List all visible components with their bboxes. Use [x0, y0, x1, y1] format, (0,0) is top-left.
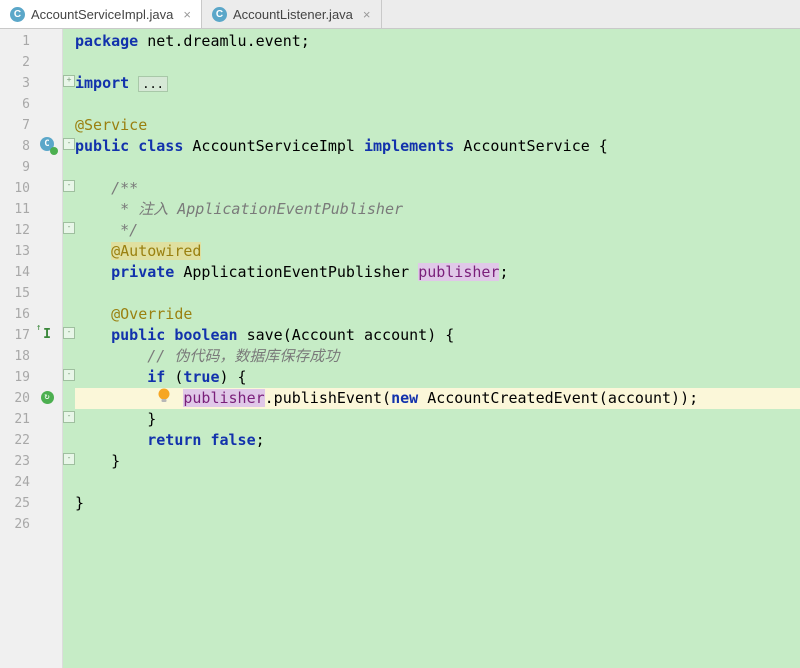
override-up-icon[interactable]: I ↑ — [38, 325, 56, 343]
editor-tabs: C AccountServiceImpl.java × C AccountLis… — [0, 0, 800, 29]
tab-account-listener[interactable]: C AccountListener.java × — [202, 0, 382, 28]
class-implementation-icon[interactable]: C — [38, 135, 56, 153]
fold-toggle[interactable]: - — [63, 327, 75, 339]
close-icon[interactable]: × — [363, 7, 371, 22]
line-number-gutter: 123 678 91011 121314 151617 181920 21222… — [0, 29, 34, 668]
navigate-icon[interactable]: ↻ — [38, 388, 56, 406]
fold-toggle[interactable]: - — [63, 180, 75, 192]
gutter-marks: C I ↑ ↻ — [34, 29, 63, 668]
class-icon: C — [212, 7, 227, 22]
code-area[interactable]: package net.dreamlu.event; import ... @S… — [75, 29, 800, 668]
fold-toggle[interactable]: - — [63, 138, 75, 150]
fold-gutter: + - - - - - - - — [63, 29, 75, 668]
fold-toggle[interactable]: + — [63, 75, 75, 87]
fold-toggle[interactable]: - — [63, 453, 75, 465]
tab-account-service-impl[interactable]: C AccountServiceImpl.java × — [0, 0, 202, 28]
fold-toggle[interactable]: - — [63, 222, 75, 234]
folded-region[interactable]: ... — [138, 76, 168, 92]
tab-label: AccountListener.java — [233, 7, 353, 22]
class-icon: C — [10, 7, 25, 22]
fold-toggle[interactable]: - — [63, 411, 75, 423]
close-icon[interactable]: × — [183, 7, 191, 22]
code-editor[interactable]: 123 678 91011 121314 151617 181920 21222… — [0, 29, 800, 668]
fold-toggle[interactable]: - — [63, 369, 75, 381]
intention-bulb-icon[interactable] — [155, 387, 173, 405]
tab-label: AccountServiceImpl.java — [31, 7, 173, 22]
